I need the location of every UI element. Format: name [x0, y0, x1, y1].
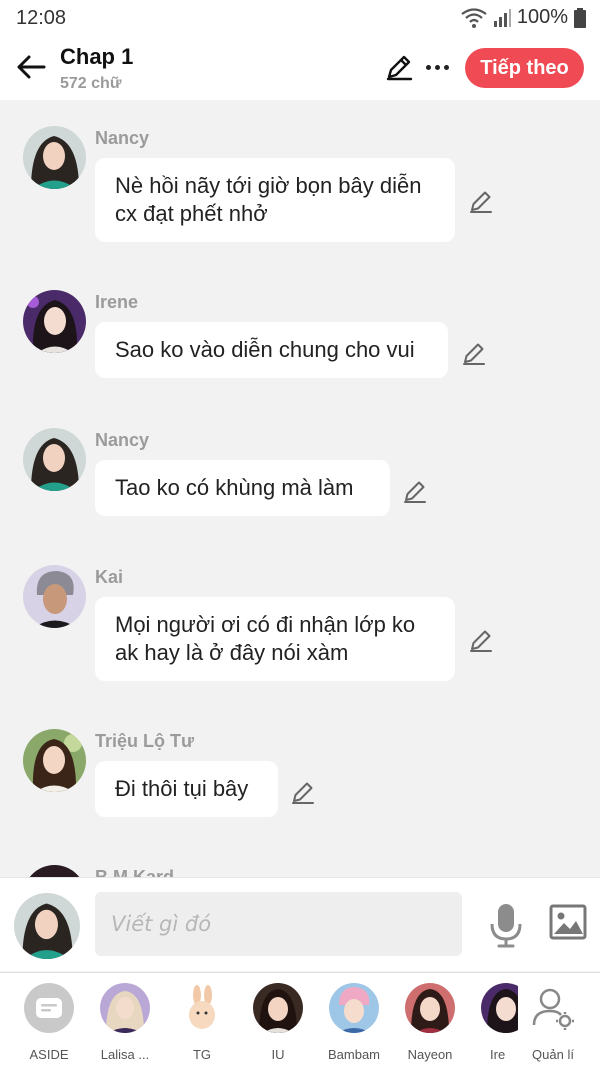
- avatar-bambam: [329, 983, 379, 1033]
- current-character-avatar[interactable]: [14, 893, 80, 959]
- next-chapter-button[interactable]: Tiếp theo: [465, 48, 584, 88]
- avatar-nancy[interactable]: [23, 428, 86, 491]
- character-iu[interactable]: IU: [242, 983, 314, 1062]
- message-list[interactable]: Nancy Nè hồi nãy tới giờ bọn bây diễn cx…: [0, 100, 600, 877]
- back-arrow-icon[interactable]: [14, 50, 48, 84]
- avatar-trieu-lo-tu[interactable]: [23, 729, 86, 792]
- avatar-lalisa: [100, 983, 150, 1033]
- more-options-button[interactable]: [422, 52, 452, 82]
- avatar-image: [23, 126, 86, 189]
- edit-message-icon[interactable]: [468, 188, 494, 214]
- character-tg[interactable]: TG: [166, 983, 238, 1062]
- avatar-kai[interactable]: [23, 565, 86, 628]
- header: Chap 1 572 chữ Tiếp theo: [0, 36, 600, 100]
- message-bubble[interactable]: Nè hồi nãy tới giờ bọn bây diễn cx đạt p…: [95, 158, 455, 242]
- aside-icon: [24, 983, 74, 1033]
- microphone-icon[interactable]: [489, 902, 523, 948]
- edit-message-icon[interactable]: [468, 627, 494, 653]
- message-bubble[interactable]: Tao ko có khùng mà làm: [95, 460, 390, 516]
- avatar-image: [23, 565, 86, 628]
- image-icon[interactable]: [549, 904, 587, 940]
- dot: [443, 64, 449, 70]
- edit-message-icon[interactable]: [402, 478, 428, 504]
- avatar-irene[interactable]: [23, 290, 86, 353]
- character-label: Ire: [490, 1047, 506, 1062]
- avatar-image: [23, 729, 86, 792]
- character-label: Bambam: [327, 1047, 381, 1062]
- character-label: ASIDE: [29, 1047, 69, 1062]
- battery-percent: 100%: [516, 6, 568, 28]
- character-lalisa[interactable]: Lalisa ...: [89, 983, 161, 1062]
- avatar-image: [23, 290, 86, 353]
- sender-name: B.M.Kard: [95, 867, 175, 877]
- character-label: Quản lí: [532, 1047, 574, 1062]
- avatar-image: [23, 428, 86, 491]
- sender-name: Nancy: [95, 430, 150, 450]
- avatar-image: [14, 893, 80, 959]
- avatar-bmkard[interactable]: [23, 865, 86, 877]
- dot: [425, 64, 431, 70]
- sender-name: Nancy: [95, 128, 150, 148]
- avatar-nancy[interactable]: [23, 126, 86, 189]
- sender-name: Triệu Lộ Tư: [95, 731, 195, 751]
- character-label: Lalisa ...: [100, 1047, 150, 1062]
- wifi-icon: [461, 7, 487, 28]
- message-bubble[interactable]: Sao ko vào diễn chung cho vui: [95, 322, 448, 378]
- status-time: 12:08: [16, 7, 67, 29]
- battery-icon: [574, 7, 586, 28]
- manage-characters-button[interactable]: Quản lí: [517, 983, 589, 1062]
- composer-bar: [0, 877, 600, 971]
- status-icons: 100%: [461, 6, 586, 29]
- edit-message-icon[interactable]: [290, 779, 316, 805]
- pencil-icon[interactable]: [384, 52, 414, 82]
- character-label: Nayeon: [407, 1047, 453, 1062]
- character-bambam[interactable]: Bambam: [318, 983, 390, 1062]
- sender-name: Kai: [95, 567, 124, 587]
- manage-user-icon: [532, 988, 574, 1030]
- avatar-iu: [253, 983, 303, 1033]
- character-aside[interactable]: ASIDE: [13, 983, 85, 1062]
- avatar-nayeon: [405, 983, 455, 1033]
- dot: [434, 64, 440, 70]
- character-label: TG: [192, 1047, 212, 1062]
- message-bubble[interactable]: Đi thôi tụi bây: [95, 761, 278, 817]
- character-bar: ASIDE Lalisa ... TG IU Bambam Nayeon Ire…: [0, 972, 600, 1067]
- character-label: IU: [271, 1047, 285, 1062]
- message-bubble[interactable]: Mọi người ơi có đi nhận lớp ko ak hay là…: [95, 597, 455, 681]
- edit-message-icon[interactable]: [461, 340, 487, 366]
- character-nayeon[interactable]: Nayeon: [394, 983, 466, 1062]
- signal-icon: [493, 8, 511, 27]
- avatar-tg: [177, 983, 227, 1033]
- avatar-image: [23, 865, 86, 877]
- sender-name: Irene: [95, 292, 139, 312]
- message-input[interactable]: [95, 892, 462, 956]
- page-title: Chap 1: [60, 44, 134, 69]
- avatar-irene: [481, 983, 518, 1033]
- character-irene[interactable]: Ire: [470, 983, 518, 1062]
- status-bar: 12:08 100%: [0, 0, 600, 36]
- word-count: 572 chữ: [60, 75, 122, 92]
